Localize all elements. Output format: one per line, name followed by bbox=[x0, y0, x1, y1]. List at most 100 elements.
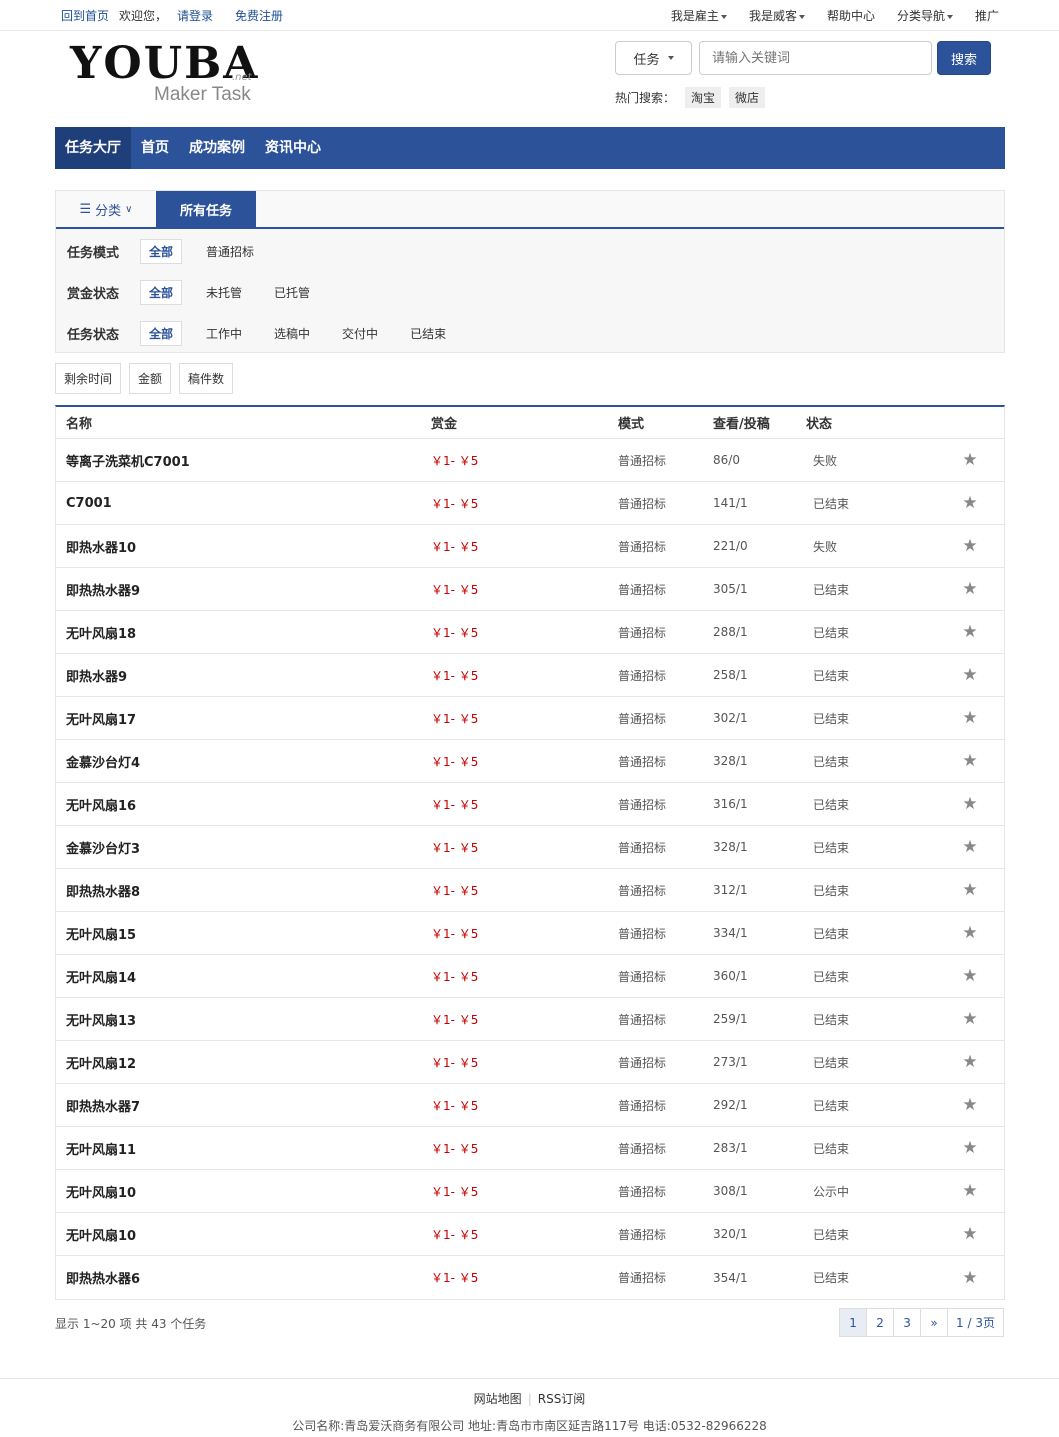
sort-amount-button[interactable]: 金额 bbox=[129, 363, 172, 394]
task-name[interactable]: 无叶风扇13 bbox=[56, 1010, 431, 1029]
task-name[interactable]: 无叶风扇18 bbox=[56, 623, 431, 642]
task-name[interactable]: 无叶风扇15 bbox=[56, 924, 431, 943]
table-row[interactable]: 无叶风扇18 ￥1- ￥5 普通招标 288/1 已结束 ★ bbox=[56, 611, 1004, 654]
star-icon[interactable]: ★ bbox=[962, 751, 977, 771]
filter-option[interactable]: 交付中 bbox=[334, 322, 386, 345]
task-name[interactable]: 等离子洗菜机C7001 bbox=[56, 451, 431, 470]
table-row[interactable]: 无叶风扇10 ￥1- ￥5 普通招标 320/1 已结束 ★ bbox=[56, 1213, 1004, 1256]
table-row[interactable]: 无叶风扇11 ￥1- ￥5 普通招标 283/1 已结束 ★ bbox=[56, 1127, 1004, 1170]
star-icon[interactable]: ★ bbox=[962, 579, 977, 599]
task-name[interactable]: 无叶风扇10 bbox=[56, 1182, 431, 1201]
nav-task-hall[interactable]: 任务大厅 bbox=[55, 127, 131, 169]
table-row[interactable]: C7001 ￥1- ￥5 普通招标 141/1 已结束 ★ bbox=[56, 482, 1004, 525]
table-row[interactable]: 即热热水器8 ￥1- ￥5 普通招标 312/1 已结束 ★ bbox=[56, 869, 1004, 912]
page-2-button[interactable]: 2 bbox=[866, 1308, 895, 1337]
page-3-button[interactable]: 3 bbox=[893, 1308, 922, 1337]
filter-option[interactable]: 工作中 bbox=[198, 322, 250, 345]
rss-link[interactable]: RSS订阅 bbox=[538, 1392, 586, 1406]
hot-tag-weidian[interactable]: 微店 bbox=[729, 87, 766, 108]
task-name[interactable]: 无叶风扇17 bbox=[56, 709, 431, 728]
task-name[interactable]: 无叶风扇16 bbox=[56, 795, 431, 814]
task-name[interactable]: 即热热水器7 bbox=[56, 1096, 431, 1115]
star-icon[interactable]: ★ bbox=[962, 493, 977, 513]
star-icon[interactable]: ★ bbox=[962, 794, 977, 814]
filter-option[interactable]: 未托管 bbox=[198, 281, 250, 304]
task-name[interactable]: 即热热水器9 bbox=[56, 580, 431, 599]
star-icon[interactable]: ★ bbox=[962, 966, 977, 986]
task-name[interactable]: 无叶风扇12 bbox=[56, 1053, 431, 1072]
login-link[interactable]: 请登录 bbox=[177, 7, 213, 24]
table-row[interactable]: 无叶风扇13 ￥1- ￥5 普通招标 259/1 已结束 ★ bbox=[56, 998, 1004, 1041]
category-nav-menu[interactable]: 分类导航 bbox=[897, 7, 953, 24]
search-type-dropdown[interactable]: 任务 bbox=[615, 41, 692, 75]
star-icon[interactable]: ★ bbox=[962, 665, 977, 685]
filter-option[interactable]: 全部 bbox=[140, 320, 183, 346]
employer-menu[interactable]: 我是雇主 bbox=[671, 7, 727, 24]
next-page-button[interactable]: » bbox=[920, 1308, 949, 1337]
task-views: 273/1 bbox=[713, 1055, 748, 1069]
table-row[interactable]: 无叶风扇14 ￥1- ￥5 普通招标 360/1 已结束 ★ bbox=[56, 955, 1004, 998]
table-row[interactable]: 等离子洗菜机C7001 ￥1- ￥5 普通招标 86/0 失败 ★ bbox=[56, 439, 1004, 482]
task-name[interactable]: 金慕沙台灯4 bbox=[56, 752, 431, 771]
nav-success-cases[interactable]: 成功案例 bbox=[179, 127, 255, 169]
nav-home[interactable]: 首页 bbox=[131, 127, 179, 169]
star-icon[interactable]: ★ bbox=[962, 1268, 977, 1288]
star-icon[interactable]: ★ bbox=[962, 1138, 977, 1158]
filter-option[interactable]: 全部 bbox=[140, 279, 183, 305]
task-name[interactable]: 无叶风扇11 bbox=[56, 1139, 431, 1158]
hot-tag-taobao[interactable]: 淘宝 bbox=[685, 87, 722, 108]
table-row[interactable]: 无叶风扇16 ￥1- ￥5 普通招标 316/1 已结束 ★ bbox=[56, 783, 1004, 826]
register-link[interactable]: 免费注册 bbox=[235, 7, 283, 24]
filter-option[interactable]: 普通招标 bbox=[198, 240, 262, 263]
star-icon[interactable]: ★ bbox=[962, 1181, 977, 1201]
star-icon[interactable]: ★ bbox=[962, 923, 977, 943]
sitemap-link[interactable]: 网站地图 bbox=[474, 1392, 522, 1406]
sort-submissions-button[interactable]: 稿件数 bbox=[179, 363, 234, 394]
sort-remaining-time-button[interactable]: 剩余时间 bbox=[55, 363, 122, 394]
task-name[interactable]: 金慕沙台灯3 bbox=[56, 838, 431, 857]
star-icon[interactable]: ★ bbox=[962, 450, 977, 470]
table-row[interactable]: 无叶风扇15 ￥1- ￥5 普通招标 334/1 已结束 ★ bbox=[56, 912, 1004, 955]
task-name[interactable]: 即热热水器6 bbox=[56, 1268, 431, 1287]
star-icon[interactable]: ★ bbox=[962, 622, 977, 642]
table-row[interactable]: 即热热水器6 ￥1- ￥5 普通招标 354/1 已结束 ★ bbox=[56, 1256, 1004, 1299]
task-name[interactable]: 无叶风扇14 bbox=[56, 967, 431, 986]
task-name[interactable]: 即热水器9 bbox=[56, 666, 431, 685]
home-link[interactable]: 回到首页 bbox=[61, 7, 109, 24]
filter-option[interactable]: 选稿中 bbox=[266, 322, 318, 345]
search-input[interactable] bbox=[699, 41, 932, 75]
all-tasks-tab[interactable]: 所有任务 bbox=[156, 191, 256, 227]
search-button[interactable]: 搜索 bbox=[937, 41, 991, 75]
star-icon[interactable]: ★ bbox=[962, 1052, 977, 1072]
site-logo[interactable]: YOUBA .net Maker Task bbox=[70, 38, 260, 108]
table-row[interactable]: 即热热水器7 ￥1- ￥5 普通招标 292/1 已结束 ★ bbox=[56, 1084, 1004, 1127]
filter-option[interactable]: 已结束 bbox=[402, 322, 454, 345]
filter-option[interactable]: 全部 bbox=[140, 238, 183, 264]
nav-news[interactable]: 资讯中心 bbox=[255, 127, 331, 169]
star-icon[interactable]: ★ bbox=[962, 1224, 977, 1244]
star-icon[interactable]: ★ bbox=[962, 880, 977, 900]
page-1-button[interactable]: 1 bbox=[839, 1308, 868, 1337]
star-icon[interactable]: ★ bbox=[962, 1009, 977, 1029]
category-tab[interactable]: ☰ 分类 ∨ bbox=[56, 191, 156, 227]
table-row[interactable]: 即热水器10 ￥1- ￥5 普通招标 221/0 失败 ★ bbox=[56, 525, 1004, 568]
help-center-link[interactable]: 帮助中心 bbox=[827, 7, 875, 24]
table-row[interactable]: 即热热水器9 ￥1- ￥5 普通招标 305/1 已结束 ★ bbox=[56, 568, 1004, 611]
task-name[interactable]: 即热水器10 bbox=[56, 537, 431, 556]
witkey-menu[interactable]: 我是威客 bbox=[749, 7, 805, 24]
star-icon[interactable]: ★ bbox=[962, 837, 977, 857]
star-icon[interactable]: ★ bbox=[962, 708, 977, 728]
task-name[interactable]: 即热热水器8 bbox=[56, 881, 431, 900]
filter-option[interactable]: 已托管 bbox=[266, 281, 318, 304]
table-row[interactable]: 即热水器9 ￥1- ￥5 普通招标 258/1 已结束 ★ bbox=[56, 654, 1004, 697]
table-row[interactable]: 无叶风扇17 ￥1- ￥5 普通招标 302/1 已结束 ★ bbox=[56, 697, 1004, 740]
table-row[interactable]: 金慕沙台灯4 ￥1- ￥5 普通招标 328/1 已结束 ★ bbox=[56, 740, 1004, 783]
promote-link[interactable]: 推广 bbox=[975, 7, 999, 24]
star-icon[interactable]: ★ bbox=[962, 536, 977, 556]
table-row[interactable]: 金慕沙台灯3 ￥1- ￥5 普通招标 328/1 已结束 ★ bbox=[56, 826, 1004, 869]
star-icon[interactable]: ★ bbox=[962, 1095, 977, 1115]
table-row[interactable]: 无叶风扇10 ￥1- ￥5 普通招标 308/1 公示中 ★ bbox=[56, 1170, 1004, 1213]
task-name[interactable]: C7001 bbox=[56, 496, 431, 511]
table-row[interactable]: 无叶风扇12 ￥1- ￥5 普通招标 273/1 已结束 ★ bbox=[56, 1041, 1004, 1084]
task-name[interactable]: 无叶风扇10 bbox=[56, 1225, 431, 1244]
